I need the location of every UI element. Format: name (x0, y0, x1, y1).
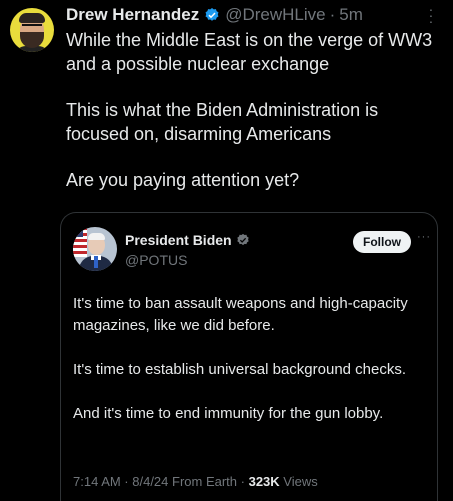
post-paragraph: Are you paying attention yet? (66, 170, 300, 190)
post-header: Drew Hernandez @DrewHLive · 5m (66, 4, 363, 26)
views-label: Views (283, 474, 318, 489)
avatar-hair (88, 233, 105, 240)
post-timestamp[interactable]: 5m (339, 5, 363, 25)
avatar-flag-canton (73, 227, 83, 237)
quoted-post-text: It's time to ban assault weapons and hig… (73, 293, 425, 447)
more-horizontal-icon[interactable]: ··· (417, 231, 431, 243)
author-avatar[interactable] (10, 8, 54, 52)
avatar-hair (19, 13, 45, 23)
quoted-post[interactable]: President Biden @POTUS Follow ··· It's t… (60, 212, 438, 501)
separator-dot: · (329, 5, 336, 24)
author-name[interactable]: Drew Hernandez (66, 5, 199, 25)
quoted-author-name-row: President Biden (125, 232, 255, 248)
quoted-paragraph: And it's time to end immunity for the gu… (73, 405, 384, 422)
post-paragraph: While the Middle East is on the verge of… (66, 30, 433, 74)
post-paragraph: This is what the Biden Administration is… (66, 100, 379, 144)
author-handle[interactable]: @DrewHLive (225, 5, 325, 25)
quoted-author-name[interactable]: President Biden (125, 232, 232, 248)
quoted-author-avatar[interactable] (73, 227, 117, 271)
views-count: 323K (248, 474, 280, 489)
verified-badge-icon (205, 8, 219, 21)
more-vertical-icon[interactable]: · · · (426, 2, 436, 28)
quoted-post-meta: 7:14 AM · 8/4/24 From Earth · 323K Views (73, 474, 318, 489)
avatar-glasses (22, 24, 42, 31)
quoted-author-handle[interactable]: @POTUS (125, 252, 187, 268)
follow-button[interactable]: Follow (353, 231, 411, 253)
quoted-timestamp[interactable]: 7:14 AM · 8/4/24 From Earth · (73, 474, 245, 489)
quoted-paragraph: It's time to establish universal backgro… (73, 361, 407, 378)
quoted-paragraph: It's time to ban assault weapons and hig… (73, 295, 408, 334)
avatar-tie (94, 256, 98, 268)
post-text: While the Middle East is on the verge of… (66, 28, 441, 214)
verified-badge-icon (236, 233, 249, 246)
